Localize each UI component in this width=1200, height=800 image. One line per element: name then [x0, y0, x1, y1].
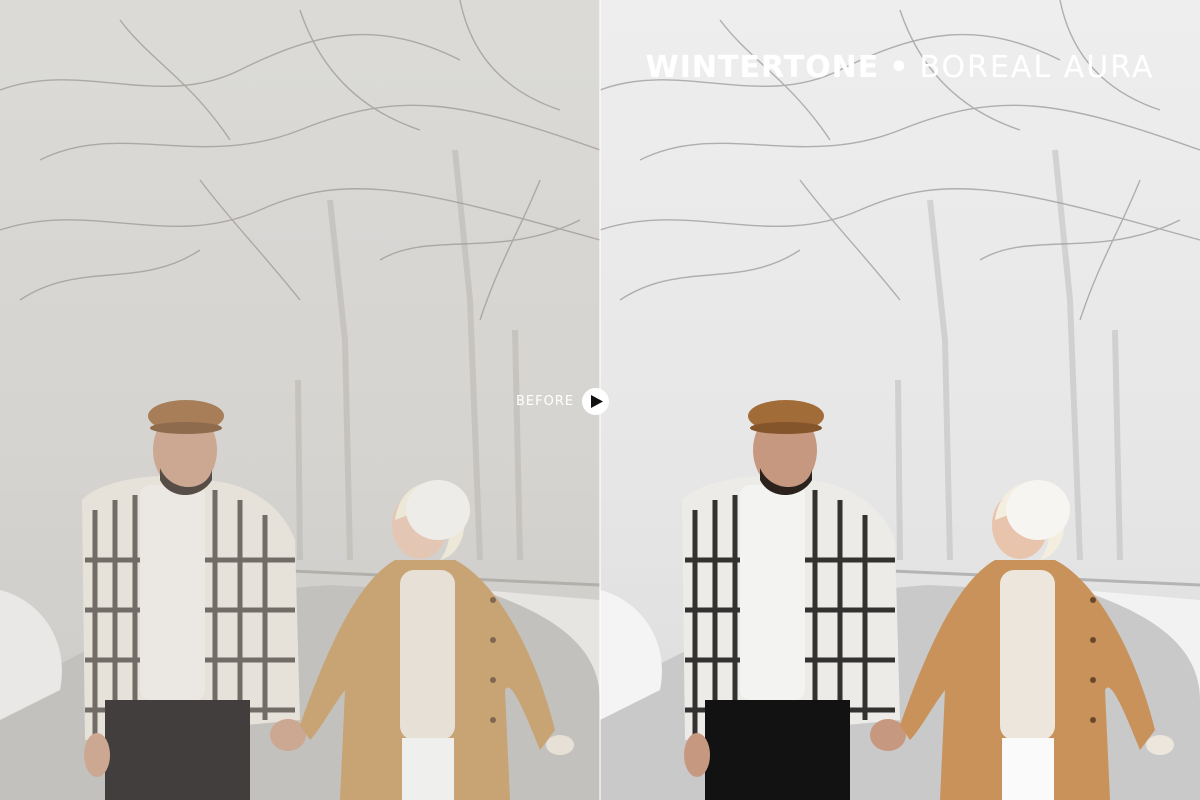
play-icon[interactable] [582, 387, 610, 415]
before-photo [0, 0, 600, 800]
preset-name: BOREAL AURA [919, 50, 1155, 85]
title-separator: • [889, 50, 910, 85]
before-after-comparison: WINTERTONE • BOREAL AURA BEFORE [0, 0, 1200, 800]
before-label: BEFORE [516, 393, 575, 409]
brand-name: WINTERTONE [645, 50, 880, 85]
preset-title: WINTERTONE • BOREAL AURA [600, 50, 1200, 85]
before-toggle[interactable]: BEFORE [516, 387, 610, 415]
after-photo [600, 0, 1200, 800]
